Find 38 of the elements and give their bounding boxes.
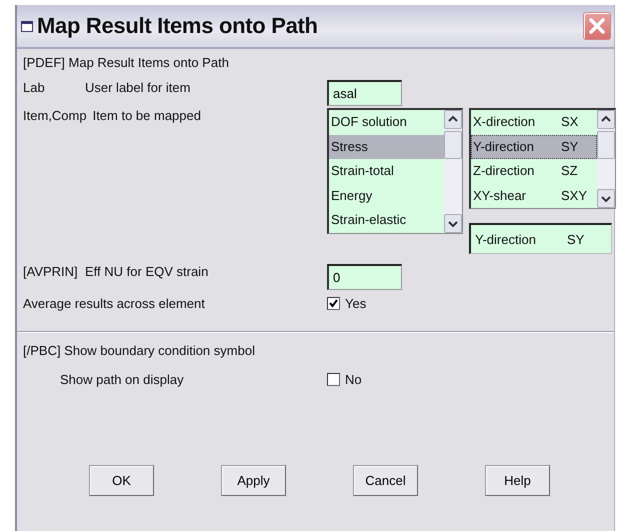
- field-code: [AVPRIN]: [23, 264, 79, 279]
- window-title: Map Result Items onto Path: [37, 13, 319, 39]
- list-item[interactable]: X-direction SX: [471, 110, 597, 134]
- dialog-button[interactable]: Help: [485, 465, 550, 496]
- field-label: Show path on display: [59, 372, 185, 387]
- list-item[interactable]: Energy: [329, 184, 444, 208]
- list-item[interactable]: Stress: [329, 134, 444, 159]
- list-item[interactable]: Strain-elastic: [329, 208, 444, 232]
- dialog-button[interactable]: Cancel: [353, 465, 418, 496]
- field-label: Average results across element: [23, 296, 206, 311]
- list-item[interactable]: XY-shear SXY: [471, 184, 597, 208]
- dialog-button[interactable]: OK: [89, 465, 154, 496]
- close-icon: [587, 16, 607, 36]
- input-field[interactable]: asal: [327, 80, 402, 106]
- scroll-thumb[interactable]: [597, 131, 615, 159]
- window-icon: [21, 20, 33, 32]
- list-item[interactable]: DOF solution: [329, 110, 444, 134]
- list-item[interactable]: Z-direction SZ: [471, 159, 597, 184]
- field-label: Item to be mapped: [92, 108, 201, 123]
- checkbox[interactable]: [327, 297, 340, 310]
- scroll-thumb[interactable]: [444, 131, 462, 159]
- field-label: Eff NU for EQV strain: [85, 264, 208, 279]
- input-field[interactable]: 0: [327, 264, 402, 290]
- field-code: Item,Comp: [23, 108, 88, 123]
- close-button[interactable]: [583, 12, 611, 40]
- checkbox[interactable]: [327, 373, 340, 386]
- dialog-button[interactable]: Apply: [221, 465, 286, 496]
- scrollbar[interactable]: [444, 110, 462, 232]
- selection-field[interactable]: Y-direction SY: [469, 223, 612, 254]
- scrollbar[interactable]: [597, 110, 615, 208]
- checkbox-label: No: [345, 372, 362, 387]
- field-label: User label for item: [85, 80, 190, 95]
- list-item[interactable]: Strain-total: [329, 159, 444, 184]
- checkbox-label: Yes: [345, 296, 366, 311]
- list-item[interactable]: Y-direction SY: [471, 134, 597, 159]
- section-heading: [/PBC] Show boundary condition symbol: [23, 343, 256, 360]
- section-heading: [PDEF] Map Result Items onto Path: [23, 55, 230, 72]
- field-code: Lab: [23, 80, 46, 95]
